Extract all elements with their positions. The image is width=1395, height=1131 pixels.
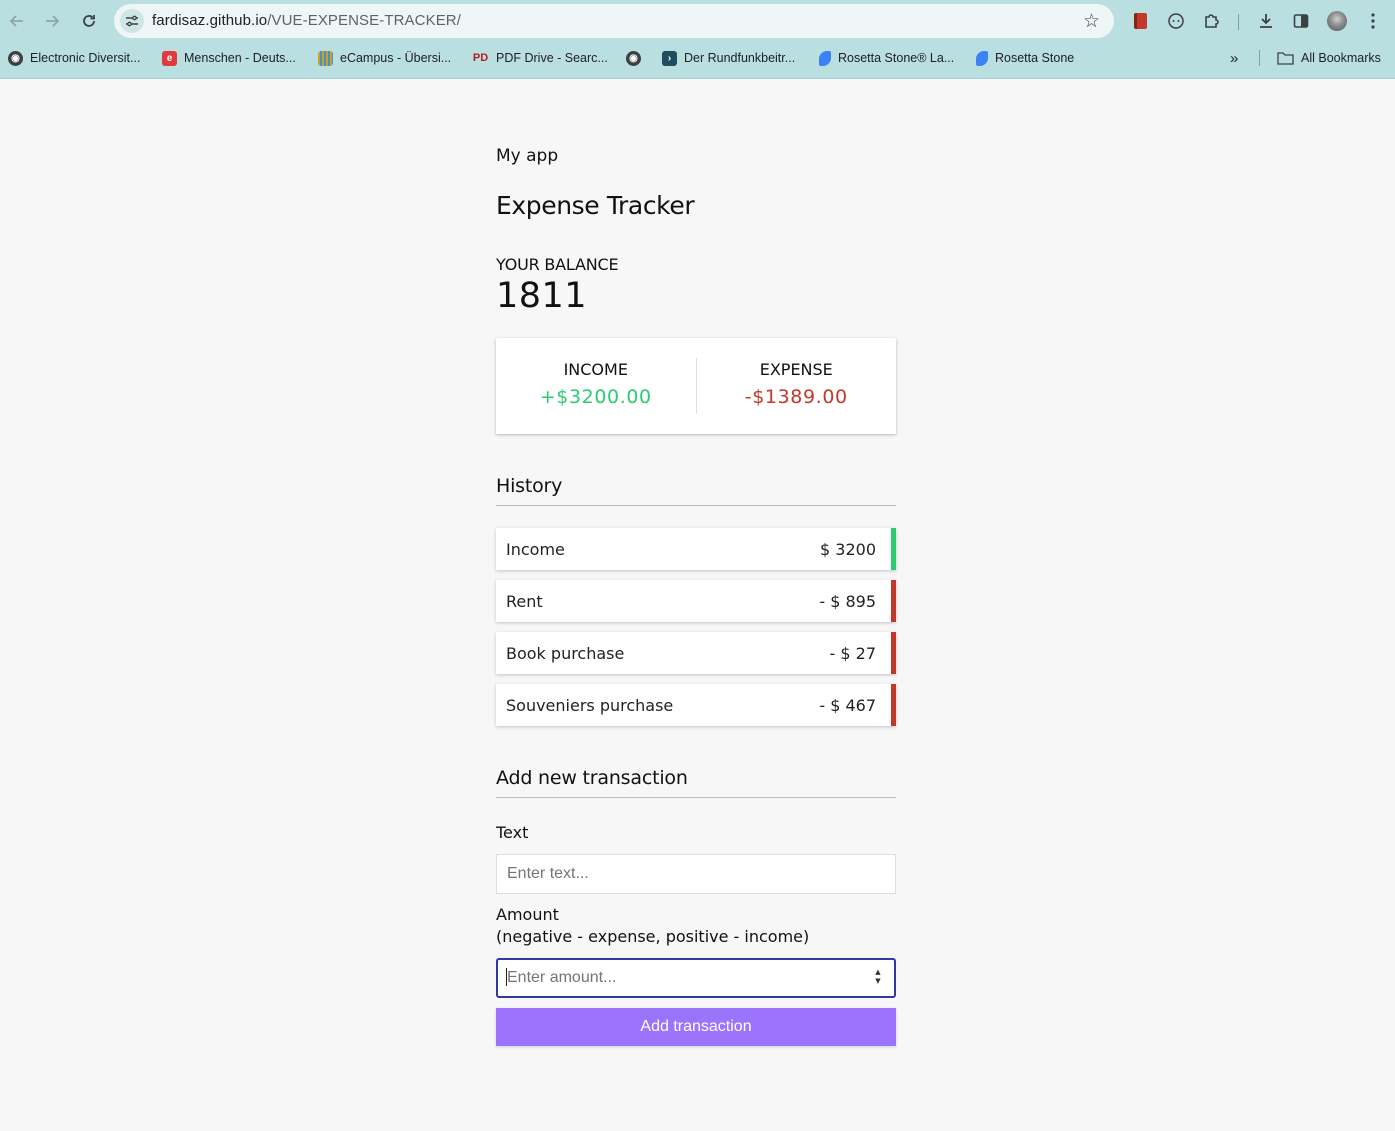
bookmark-label: Rosetta Stone® La...: [838, 51, 955, 65]
page-title: Expense Tracker: [496, 191, 695, 220]
extensions-button[interactable]: [1197, 6, 1227, 36]
amount-hint: (negative - expense, positive - income): [496, 927, 810, 946]
history-title: History: [496, 475, 896, 506]
amount-field-label: Amount (negative - expense, positive - i…: [496, 904, 809, 948]
amount-input-wrapper: ▲ ▼: [496, 958, 896, 998]
transaction-text: Rent: [506, 591, 543, 611]
bookmark-item[interactable]: PD PDF Drive - Searc...: [472, 44, 608, 72]
forward-button[interactable]: [37, 6, 67, 36]
app-title: My app: [496, 146, 559, 166]
side-panel-icon: [1293, 14, 1309, 28]
transaction-amount: $ 3200: [820, 539, 876, 559]
transaction-text: Book purchase: [506, 643, 625, 663]
add-transaction-button[interactable]: Add transaction: [496, 1008, 896, 1046]
income-value: +$3200.00: [539, 386, 652, 408]
bookmark-item[interactable]: eCampus - Übersi...: [318, 44, 451, 72]
transaction-item[interactable]: Income $ 3200: [496, 528, 896, 570]
reload-icon: [83, 15, 95, 27]
bookmark-star-icon[interactable]: ☆: [1083, 10, 1100, 33]
toolbar-divider: [1238, 14, 1239, 30]
arrow-right-icon: [46, 15, 60, 27]
bookmark-label: Der Rundfunkbeitr...: [684, 51, 796, 65]
balance-value: 1811: [496, 276, 588, 316]
globe-icon: ◉: [626, 50, 641, 66]
amount-label: Amount: [496, 905, 559, 924]
downloads-button[interactable]: [1251, 6, 1281, 36]
address-bar[interactable]: fardisaz.github.io/VUE-EXPENSE-TRACKER/ …: [114, 4, 1114, 38]
globe-icon: ◉: [8, 50, 23, 66]
download-icon: [1260, 14, 1272, 28]
income-column: INCOME +$3200.00: [496, 338, 696, 434]
expense-column: EXPENSE -$1389.00: [695, 358, 897, 414]
browser-toolbar: fardisaz.github.io/VUE-EXPENSE-TRACKER/ …: [0, 4, 1395, 38]
e-logo-icon: e: [162, 50, 177, 66]
site-info-button[interactable]: [120, 9, 144, 33]
all-bookmarks-label: All Bookmarks: [1301, 51, 1381, 65]
rundfunk-icon: ›: [662, 50, 677, 66]
bookmark-item[interactable]: Rosetta Stone: [976, 44, 1074, 72]
back-button[interactable]: [2, 6, 32, 36]
bookmark-label: Electronic Diversit...: [30, 51, 141, 65]
bookmark-label: eCampus - Übersi...: [340, 51, 452, 65]
expense-label: EXPENSE: [759, 360, 833, 379]
transaction-amount: - $ 467: [819, 695, 876, 715]
tune-icon: [126, 15, 138, 27]
transaction-amount: - $ 27: [829, 643, 876, 663]
bookmark-item[interactable]: e Menschen - Deuts...: [162, 44, 296, 72]
extension-book-button[interactable]: [1125, 6, 1155, 36]
side-panel-button[interactable]: [1286, 6, 1316, 36]
add-transaction-title: Add new transaction: [496, 767, 896, 798]
bookmark-item[interactable]: ◉ Electronic Diversit...: [8, 44, 140, 72]
text-caret: [506, 968, 507, 986]
folder-icon: [1277, 52, 1294, 65]
pdf-drive-icon: PD: [472, 52, 489, 64]
ecampus-icon: [318, 50, 333, 66]
bookmark-label: PDF Drive - Searc...: [496, 51, 608, 65]
income-expense-card: INCOME +$3200.00 EXPENSE -$1389.00: [496, 338, 896, 434]
transaction-text: Income: [506, 539, 565, 559]
bookmark-item[interactable]: Rosetta Stone® La...: [819, 44, 954, 72]
text-field-label: Text: [496, 823, 529, 842]
transaction-item[interactable]: Souveniers purchase - $ 467: [496, 684, 896, 726]
bookmark-label: Menschen - Deuts...: [184, 51, 296, 65]
menu-button[interactable]: [1358, 6, 1388, 36]
arrow-left-icon: [9, 15, 23, 27]
bookmark-item[interactable]: ◉: [626, 44, 641, 72]
all-bookmarks-button[interactable]: All Bookmarks: [1277, 44, 1381, 72]
url-text: fardisaz.github.io/VUE-EXPENSE-TRACKER/: [152, 12, 461, 29]
profile-button[interactable]: [1322, 6, 1352, 36]
amount-input[interactable]: [496, 958, 896, 998]
kebab-menu-icon: [1371, 13, 1375, 29]
balance-label: YOUR BALANCE: [496, 255, 619, 274]
bookmark-item[interactable]: › Der Rundfunkbeitr...: [662, 44, 795, 72]
more-bookmarks-button[interactable]: »: [1230, 44, 1238, 72]
transaction-list: Income $ 3200 Rent - $ 895 Book purchase…: [496, 528, 896, 736]
url-host: fardisaz.github.io: [152, 12, 268, 29]
expense-value: -$1389.00: [744, 386, 848, 408]
transaction-amount: - $ 895: [819, 591, 876, 611]
bookmarks-divider: [1259, 50, 1260, 66]
transaction-item[interactable]: Rent - $ 895: [496, 580, 896, 622]
transaction-item[interactable]: Book purchase - $ 27: [496, 632, 896, 674]
transaction-text: Souveniers purchase: [506, 695, 674, 715]
browser-chrome: fardisaz.github.io/VUE-EXPENSE-TRACKER/ …: [0, 0, 1395, 79]
url-path: /VUE-EXPENSE-TRACKER/: [267, 12, 462, 29]
puzzle-icon: [1205, 14, 1219, 28]
bookmark-label: Rosetta Stone: [995, 51, 1075, 65]
bookmarks-bar: ◉ Electronic Diversit... e Menschen - De…: [0, 44, 1395, 72]
avatar: [1327, 11, 1347, 31]
income-label: INCOME: [563, 360, 628, 379]
extension-circle-button[interactable]: [1161, 6, 1191, 36]
reload-button[interactable]: [74, 6, 104, 36]
text-input[interactable]: [496, 854, 896, 894]
circle-dots-icon: [1168, 13, 1184, 29]
rosetta-icon: [976, 50, 988, 66]
chevron-double-right-icon: »: [1230, 49, 1239, 67]
rosetta-icon: [819, 50, 831, 66]
red-book-icon: [1133, 13, 1147, 29]
